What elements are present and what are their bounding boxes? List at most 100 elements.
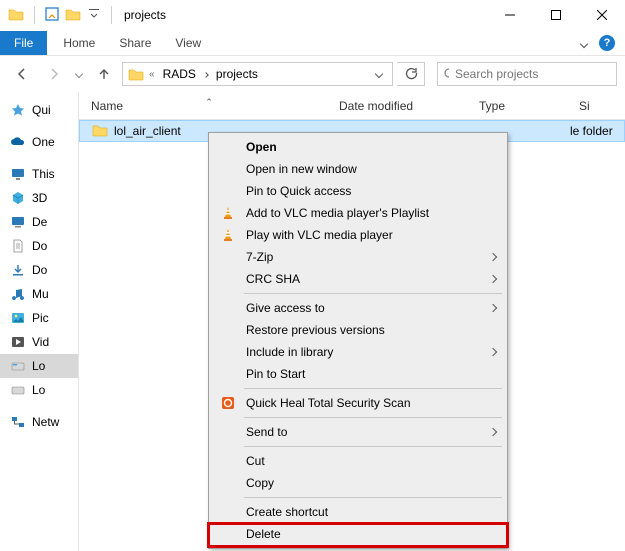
- submenu-arrow-icon: [490, 302, 496, 314]
- breadcrumb[interactable]: « RADS projects: [122, 62, 393, 86]
- nav-network[interactable]: Netw: [0, 410, 78, 434]
- folder-icon: [92, 123, 108, 140]
- column-headers[interactable]: Name⌃ Date modified Type Si: [79, 92, 625, 120]
- search-icon: [444, 68, 449, 81]
- separator: [244, 497, 502, 498]
- ctx-crc-sha[interactable]: CRC SHA: [212, 268, 504, 290]
- video-icon: [10, 334, 26, 350]
- ribbon-tabs: File Home Share View ?: [0, 30, 625, 56]
- ctx-delete[interactable]: Delete: [212, 523, 504, 545]
- tab-home[interactable]: Home: [51, 31, 107, 55]
- nav-pictures[interactable]: Pic: [0, 306, 78, 330]
- window-title: projects: [124, 8, 166, 22]
- ctx-quickheal-scan[interactable]: Quick Heal Total Security Scan: [212, 392, 504, 414]
- nav-quick-access[interactable]: Qui: [0, 98, 78, 122]
- breadcrumb-dropdown[interactable]: [370, 71, 388, 77]
- ctx-cut[interactable]: Cut: [212, 450, 504, 472]
- address-bar-row: « RADS projects: [0, 56, 625, 92]
- help-icon: ?: [599, 35, 615, 51]
- title-bar: projects: [0, 0, 625, 30]
- recent-locations-button[interactable]: [72, 60, 86, 88]
- qat-properties-icon[interactable]: [45, 7, 59, 24]
- breadcrumb-item[interactable]: RADS: [159, 67, 200, 81]
- ctx-pin-quick-access[interactable]: Pin to Quick access: [212, 180, 504, 202]
- submenu-arrow-icon: [490, 251, 496, 263]
- submenu-arrow-icon: [490, 426, 496, 438]
- file-tab[interactable]: File: [0, 31, 47, 55]
- drive-icon: [10, 358, 26, 374]
- ctx-vlc-add[interactable]: Add to VLC media player's Playlist: [212, 202, 504, 224]
- column-size[interactable]: Si: [579, 99, 625, 113]
- separator: [244, 388, 502, 389]
- maximize-button[interactable]: [533, 0, 579, 30]
- ctx-7zip[interactable]: 7-Zip: [212, 246, 504, 268]
- context-menu: Open Open in new window Pin to Quick acc…: [208, 132, 508, 549]
- folder-icon: [8, 7, 24, 24]
- cube-icon: [10, 190, 26, 206]
- nav-desktop[interactable]: De: [0, 210, 78, 234]
- nav-3d-objects[interactable]: 3D: [0, 186, 78, 210]
- vlc-icon: [218, 206, 238, 220]
- ctx-give-access[interactable]: Give access to: [212, 297, 504, 319]
- submenu-arrow-icon: [490, 346, 496, 358]
- ctx-restore-versions[interactable]: Restore previous versions: [212, 319, 504, 341]
- ctx-open[interactable]: Open: [212, 136, 504, 158]
- nav-this-pc[interactable]: This: [0, 162, 78, 186]
- document-icon: [10, 238, 26, 254]
- ctx-vlc-play[interactable]: Play with VLC media player: [212, 224, 504, 246]
- navigation-pane: Qui One This 3D De Do Do Mu: [0, 92, 78, 551]
- forward-button[interactable]: [40, 60, 68, 88]
- column-date[interactable]: Date modified: [339, 99, 479, 113]
- quickheal-icon: [218, 396, 238, 410]
- download-icon: [10, 262, 26, 278]
- refresh-button[interactable]: [397, 62, 425, 86]
- close-button[interactable]: [579, 0, 625, 30]
- separator: [244, 417, 502, 418]
- monitor-icon: [10, 166, 26, 182]
- search-box[interactable]: [437, 62, 617, 86]
- separator: [244, 446, 502, 447]
- sort-ascending-icon: ⌃: [205, 97, 213, 108]
- nav-local-disk[interactable]: Lo: [0, 354, 78, 378]
- chevron-right-icon: [202, 69, 210, 80]
- folder-icon: [127, 67, 145, 81]
- nav-music[interactable]: Mu: [0, 282, 78, 306]
- file-name: lol_air_client: [114, 124, 181, 138]
- ctx-send-to[interactable]: Send to: [212, 421, 504, 443]
- chevron-right-icon: «: [147, 69, 157, 80]
- ctx-create-shortcut[interactable]: Create shortcut: [212, 501, 504, 523]
- network-icon: [10, 414, 26, 430]
- vlc-icon: [218, 228, 238, 242]
- submenu-arrow-icon: [490, 273, 496, 285]
- star-icon: [10, 102, 26, 118]
- nav-downloads[interactable]: Do: [0, 258, 78, 282]
- column-type[interactable]: Type: [479, 99, 579, 113]
- column-name[interactable]: Name⌃: [79, 99, 339, 113]
- help-button[interactable]: ?: [595, 31, 619, 55]
- nav-onedrive[interactable]: One: [0, 130, 78, 154]
- qat-overflow-icon[interactable]: [87, 7, 101, 24]
- back-button[interactable]: [8, 60, 36, 88]
- music-icon: [10, 286, 26, 302]
- ctx-copy[interactable]: Copy: [212, 472, 504, 494]
- up-button[interactable]: [90, 60, 118, 88]
- nav-local-disk-2[interactable]: Lo: [0, 378, 78, 402]
- ribbon-expand-icon[interactable]: [573, 36, 595, 50]
- nav-videos[interactable]: Vid: [0, 330, 78, 354]
- qat-newfolder-icon[interactable]: [65, 7, 81, 24]
- picture-icon: [10, 310, 26, 326]
- tab-view[interactable]: View: [163, 31, 213, 55]
- nav-documents[interactable]: Do: [0, 234, 78, 258]
- cloud-icon: [10, 134, 26, 150]
- breadcrumb-item[interactable]: projects: [212, 67, 262, 81]
- minimize-button[interactable]: [487, 0, 533, 30]
- desktop-icon: [10, 214, 26, 230]
- drive-icon: [10, 382, 26, 398]
- file-type: le folder: [570, 124, 613, 138]
- ctx-include-library[interactable]: Include in library: [212, 341, 504, 363]
- ctx-open-new-window[interactable]: Open in new window: [212, 158, 504, 180]
- tab-share[interactable]: Share: [107, 31, 163, 55]
- search-input[interactable]: [455, 67, 610, 81]
- separator: [244, 293, 502, 294]
- ctx-pin-start[interactable]: Pin to Start: [212, 363, 504, 385]
